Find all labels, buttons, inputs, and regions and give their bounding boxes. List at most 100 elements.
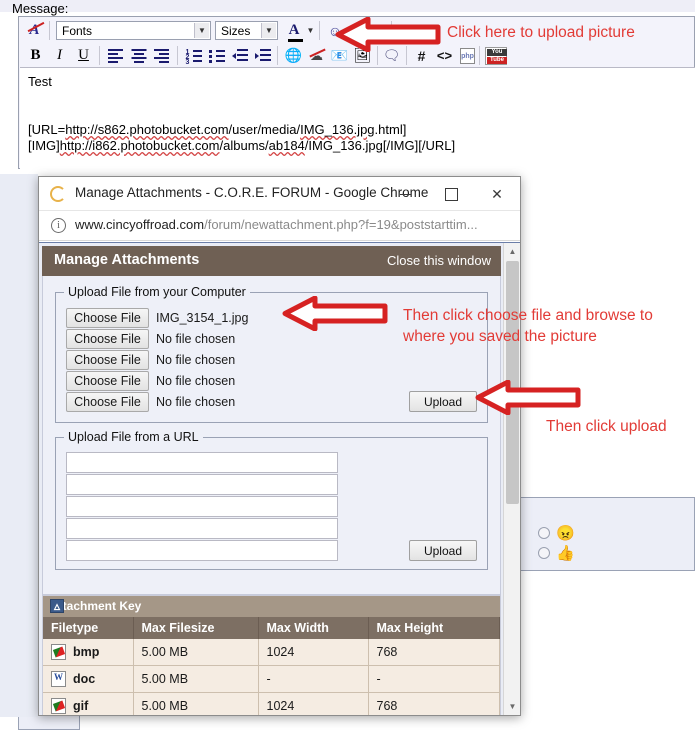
url-input-5[interactable] [66, 540, 338, 561]
ordered-list-button[interactable]: 123 [183, 45, 204, 66]
manage-attachments-title: Manage Attachments [54, 252, 200, 268]
window-urlbar: i www.cincyoffroad.com/forum/newattachme… [39, 211, 520, 241]
collapse-icon[interactable]: ▵ [50, 599, 64, 613]
annotation-choose-file-line1: Then click choose file and browse to [403, 307, 653, 324]
file-name-5: No file chosen [156, 394, 236, 409]
font-family-select[interactable]: Fonts ▼ [56, 21, 211, 40]
chevron-down-icon: ▼ [194, 23, 209, 38]
radio-thumbsup[interactable] [538, 547, 550, 559]
upload-from-url-fieldset: Upload File from a URL Upload [55, 430, 488, 570]
annotation-upload-picture: Click here to upload picture [447, 24, 635, 41]
annotation-arrow-choose-file [281, 296, 389, 331]
close-this-window-link[interactable]: Close this window [387, 253, 491, 268]
paint-file-icon [51, 644, 66, 660]
rating-option-thumbsup[interactable]: 👍 [538, 544, 575, 562]
annotation-choose-file: Then click choose file and browse to whe… [403, 305, 695, 347]
choose-file-button-1[interactable]: Choose File [66, 307, 149, 328]
url-input-2[interactable] [66, 474, 338, 495]
url-input-3[interactable] [66, 496, 338, 517]
page-left-gutter-2 [0, 480, 20, 717]
font-color-chevron-down-icon[interactable]: ▼ [304, 20, 315, 41]
window-titlebar[interactable]: Manage Attachments - C.O.R.E. FORUM - Go… [39, 177, 520, 211]
table-header-row: Filetype Max Filesize Max Width Max Heig… [43, 617, 500, 639]
cell-height-gif: 768 [368, 692, 500, 715]
indent-button[interactable] [252, 45, 273, 66]
manage-attachments-window: Manage Attachments - C.O.R.E. FORUM - Go… [38, 176, 521, 716]
thumbs-up-icon: 👍 [556, 545, 575, 562]
font-color-button[interactable]: A [284, 20, 304, 42]
upload-url-button[interactable]: Upload [408, 540, 477, 561]
insert-php-button[interactable]: php [457, 45, 478, 66]
window-maximize-button[interactable] [428, 177, 474, 211]
radio-angry[interactable] [538, 527, 550, 539]
window-minimize-button[interactable] [382, 177, 428, 211]
insert-video-button[interactable]: You Tube [484, 45, 508, 66]
annotation-choose-file-line2: where you saved the picture [403, 328, 597, 345]
upload-url-legend: Upload File from a URL [64, 430, 203, 444]
attachment-key-table: Filetype Max Filesize Max Width Max Heig… [43, 617, 500, 715]
upload-computer-button[interactable]: Upload [408, 391, 477, 412]
choose-file-button-5[interactable]: Choose File [66, 391, 149, 412]
cell-height-doc: - [368, 665, 500, 693]
outdent-button[interactable] [229, 45, 250, 66]
annotation-arrow-upload-picture [334, 17, 442, 52]
remove-link-button[interactable]: ☁ [306, 45, 327, 66]
file-name-1: IMG_3154_1.jpg [156, 310, 249, 325]
italic-button[interactable]: I [49, 45, 70, 66]
attachment-key-panel: Attachment Key ▵ Filetype Max Filesize M… [42, 595, 501, 715]
column-max-filesize: Max Filesize [133, 617, 259, 639]
chrome-favicon-icon [50, 186, 66, 202]
attachment-key-header: Attachment Key ▵ [43, 596, 500, 617]
file-row-4: Choose File No file chosen [66, 370, 477, 391]
cell-height-bmp: 768 [368, 639, 500, 666]
upload-computer-legend: Upload File from your Computer [64, 285, 250, 299]
url-host: www.cincyoffroad.com [75, 217, 205, 232]
word-file-icon [51, 671, 66, 687]
align-right-button[interactable] [151, 45, 172, 66]
unordered-list-button[interactable] [206, 45, 227, 66]
choose-file-button-4[interactable]: Choose File [66, 370, 149, 391]
column-max-height: Max Height [368, 617, 500, 639]
url-text: www.cincyoffroad.com/forum/newattachment… [75, 217, 478, 232]
cell-width-doc: - [258, 665, 369, 693]
rating-option-angry[interactable]: 😠 [538, 524, 575, 542]
align-center-button[interactable] [128, 45, 149, 66]
file-name-4: No file chosen [156, 373, 236, 388]
scroll-down-arrow-icon[interactable]: ▼ [504, 698, 520, 715]
bold-button[interactable]: B [25, 45, 46, 66]
file-name-2: No file chosen [156, 331, 236, 346]
message-textarea[interactable]: Test [URL=http://s862.photobucket.com/use… [20, 67, 695, 169]
cell-filetype-bmp: bmp [43, 639, 134, 666]
message-line-img: [IMG]http://i862.photobucket.com/albums/… [28, 138, 456, 153]
url-input-4[interactable] [66, 518, 338, 539]
choose-file-button-3[interactable]: Choose File [66, 349, 149, 370]
window-close-button[interactable]: ✕ [474, 177, 520, 211]
paint-file-icon [51, 698, 66, 714]
filetype-label-doc: doc [73, 672, 96, 686]
angry-face-icon: 😠 [556, 525, 575, 542]
underline-button[interactable]: U [73, 45, 94, 66]
align-left-button[interactable] [105, 45, 126, 66]
filetype-label-gif: gif [73, 699, 89, 713]
annotation-arrow-click-upload [474, 380, 582, 415]
url-path: /forum/newattachment.php?f=19&poststartt… [204, 217, 478, 232]
cell-filetype-doc: doc [43, 665, 134, 693]
file-name-3: No file chosen [156, 352, 236, 367]
table-row: gif 5.00 MB 1024 768 [43, 692, 500, 715]
remove-formatting-icon[interactable]: A [24, 20, 45, 41]
cell-filesize-doc: 5.00 MB [133, 665, 259, 693]
column-max-width: Max Width [258, 617, 369, 639]
cell-width-bmp: 1024 [258, 639, 369, 666]
file-row-3: Choose File No file chosen [66, 349, 477, 370]
message-label: Message: [12, 1, 69, 16]
insert-link-button[interactable]: 🌐 [283, 45, 304, 66]
manage-attachments-header: Manage Attachments Close this window [42, 246, 501, 276]
choose-file-button-2[interactable]: Choose File [66, 328, 149, 349]
scroll-up-arrow-icon[interactable]: ▲ [504, 243, 520, 260]
cell-width-gif: 1024 [258, 692, 369, 715]
cell-filetype-gif: gif [43, 692, 134, 715]
site-info-icon[interactable]: i [51, 218, 66, 233]
font-size-select[interactable]: Sizes ▼ [215, 21, 278, 40]
url-input-1[interactable] [66, 452, 338, 473]
column-filetype: Filetype [43, 617, 134, 639]
